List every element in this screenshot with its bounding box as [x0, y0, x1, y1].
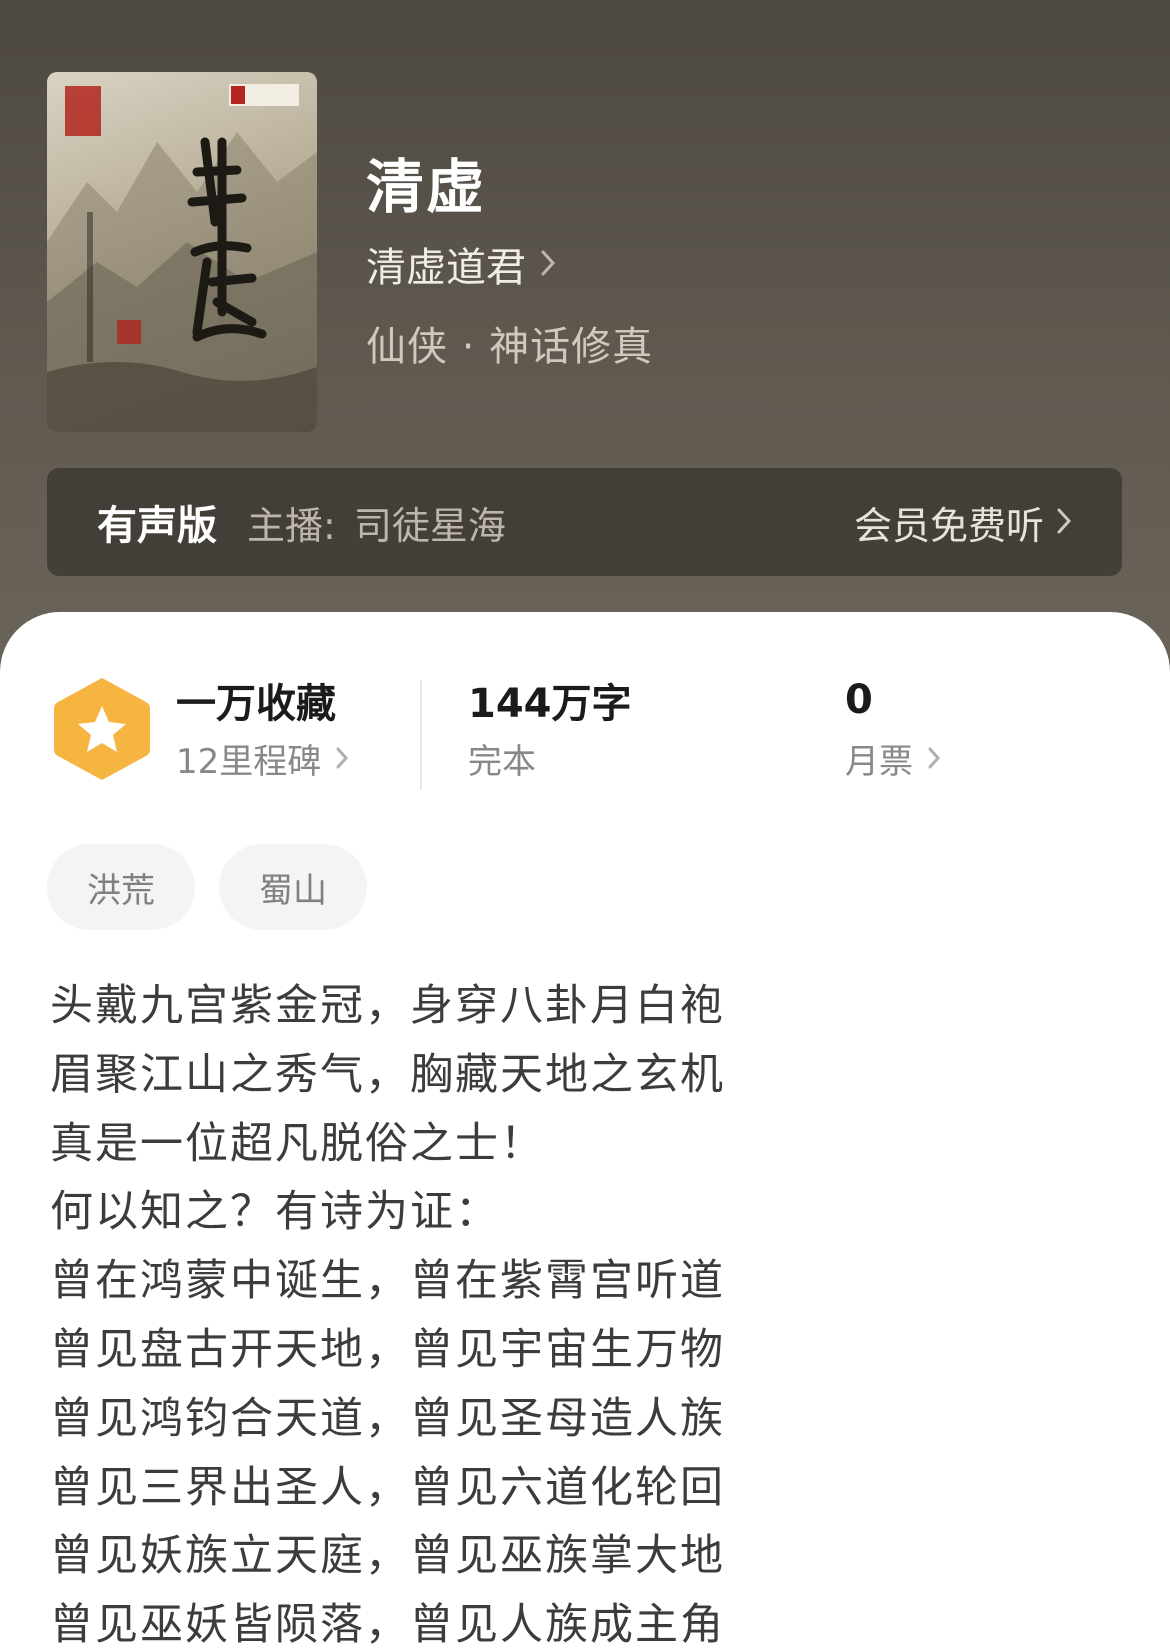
milestone-link[interactable]: 12里程碑 [176, 734, 349, 783]
description-line: 真是一位超凡脱俗之士！ [50, 1118, 545, 1169]
description-line: 曾见三界出圣人，曾见六道化轮回 [50, 1462, 725, 1513]
stat-favorites[interactable]: 一万收藏 12里程碑 [176, 672, 349, 783]
tag-chip[interactable]: 蜀山 [219, 844, 367, 930]
tag-chip[interactable]: 洪荒 [47, 844, 195, 930]
detail-panel: 一万收藏 12里程碑 144万字 完本 0 月票 洪荒 蜀山 头戴九宫紫金冠，身… [0, 612, 1170, 1652]
book-category: 仙侠 · 神话修真 [366, 324, 654, 370]
audio-label: 有声版 [97, 503, 217, 549]
member-free-listen-label: 会员免费听 [853, 503, 1044, 548]
favorites-value: 一万收藏 [176, 681, 336, 727]
tag-list: 洪荒 蜀山 [47, 844, 367, 930]
monthly-votes-link[interactable]: 月票 [845, 734, 941, 783]
book-cover[interactable] [47, 72, 317, 432]
description-line: 曾见盘古开天地，曾见宇宙生万物 [50, 1324, 725, 1375]
narrator-prefix: 主播: [247, 503, 336, 548]
description-line: 曾见妖族立天庭，曾见巫族掌大地 [50, 1531, 725, 1582]
book-title: 清虚 [366, 153, 487, 221]
stat-monthly-votes[interactable]: 0 月票 [845, 672, 941, 783]
description-line: 眉聚江山之秀气，胸藏天地之玄机 [50, 1049, 725, 1100]
completion-status: 完本 [468, 742, 536, 782]
audio-version-bar[interactable]: 有声版 主播: 司徒星海 会员免费听 [47, 468, 1122, 576]
chevron-right-icon [927, 739, 941, 779]
monthly-votes-value: 0 [845, 677, 873, 723]
description-line: 曾在鸿蒙中诞生，曾在紫霄宫听道 [50, 1256, 725, 1307]
stat-words: 144万字 完本 [468, 672, 632, 783]
description-line: 曾见巫妖皆陨落，曾见人族成主角 [50, 1600, 725, 1651]
narrator-name: 司徒星海 [353, 503, 506, 548]
description-line: 何以知之？有诗为证： [50, 1187, 500, 1238]
word-count-value: 144万字 [468, 681, 632, 727]
chevron-right-icon [540, 241, 556, 287]
cover-art [47, 84, 317, 432]
author-link[interactable]: 清虚道君 [366, 236, 556, 292]
star-badge-icon [52, 674, 152, 784]
book-description: 头戴九宫紫金冠，身穿八卦月白袍 眉聚江山之秀气，胸藏天地之玄机 真是一位超凡脱俗… [50, 972, 725, 1652]
description-line: 曾见鸿钧合天道，曾见圣母造人族 [50, 1393, 725, 1444]
chevron-right-icon [335, 739, 349, 779]
stat-divider [420, 680, 422, 790]
milestone-label: 12里程碑 [176, 742, 322, 782]
member-free-listen-button[interactable]: 会员免费听 [854, 495, 1072, 550]
description-line: 头戴九宫紫金冠，身穿八卦月白袍 [50, 981, 725, 1031]
chevron-right-icon [1056, 500, 1072, 544]
monthly-votes-label: 月票 [845, 742, 913, 782]
author-name: 清虚道君 [366, 245, 526, 291]
